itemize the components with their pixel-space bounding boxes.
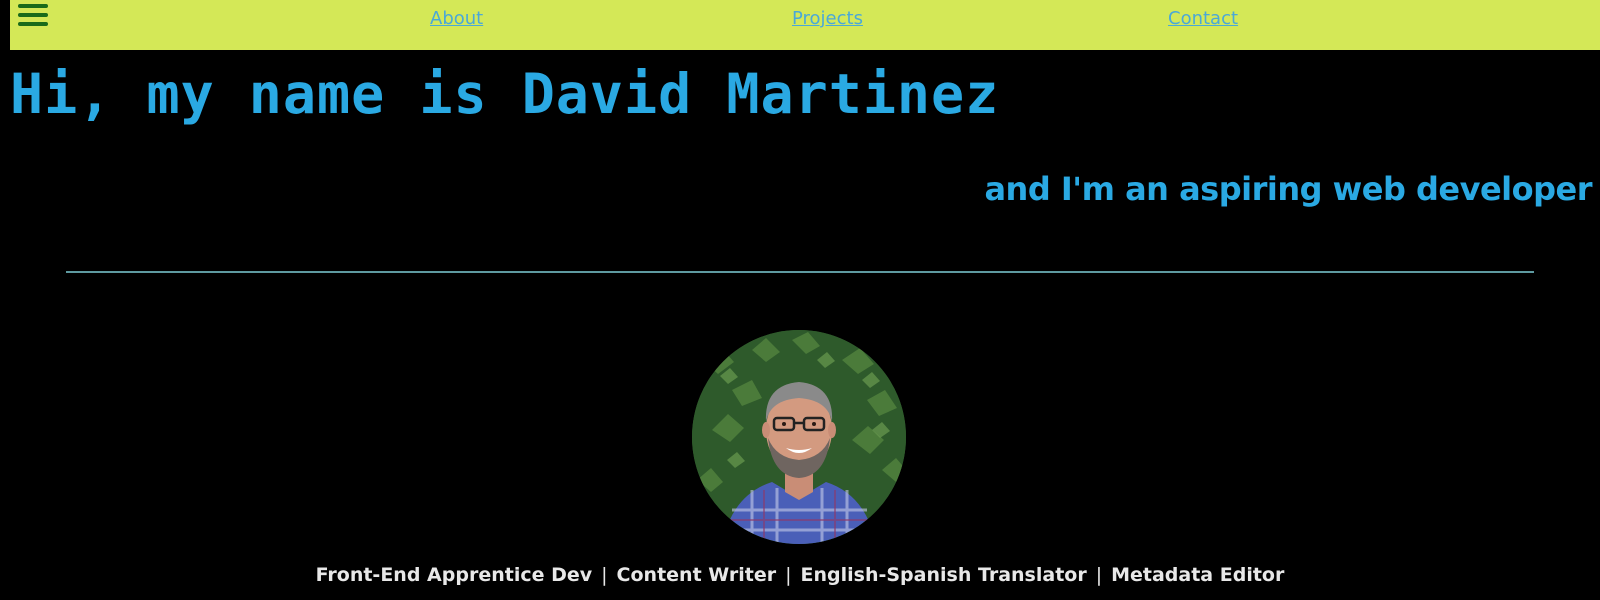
role-separator: |	[601, 564, 608, 586]
menu-bar-top	[18, 4, 48, 8]
profile-photo	[692, 330, 906, 544]
page-subtitle: and I'm an aspiring web developer	[984, 170, 1592, 208]
role-item: Metadata Editor	[1111, 564, 1285, 586]
nav-link-about[interactable]: About	[430, 8, 483, 29]
role-item: Front-End Apprentice Dev	[315, 564, 593, 586]
role-separator: |	[1095, 564, 1103, 586]
role-item: Content Writer	[616, 564, 777, 586]
horizontal-divider	[66, 271, 1534, 273]
role-separator: |	[785, 564, 792, 586]
top-navbar: About Projects Contact	[10, 0, 1600, 50]
role-item: English-Spanish Translator	[800, 564, 1087, 586]
roles-line: Front-End Apprentice Dev | Content Writer |…	[0, 564, 1600, 586]
nav-link-contact[interactable]: Contact	[1168, 8, 1238, 29]
page-title: Hi, my name is David Martinez	[10, 62, 1000, 126]
menu-bar-bottom	[18, 22, 48, 26]
menu-bar-middle	[18, 13, 48, 17]
nav-link-projects[interactable]: Projects	[792, 8, 863, 29]
page: About Projects Contact Hi, my name is Da…	[0, 0, 1600, 600]
hamburger-menu-icon[interactable]	[16, 0, 50, 30]
